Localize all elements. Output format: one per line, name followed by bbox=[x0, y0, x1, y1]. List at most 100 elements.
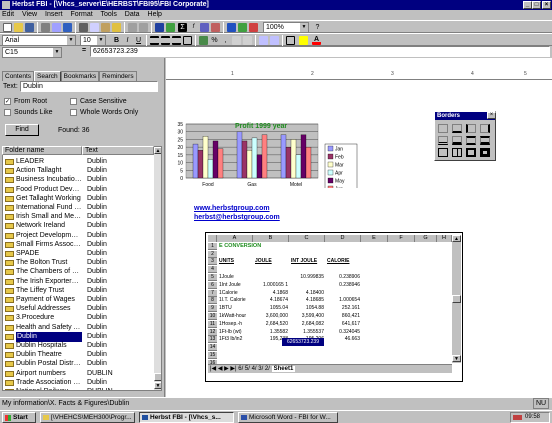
table-cell[interactable]: 0.324045 bbox=[327, 329, 360, 336]
decrease-decimal-icon[interactable] bbox=[243, 36, 252, 45]
task-explorer[interactable]: [\VHEHCS\MEH300\Progr... bbox=[40, 412, 135, 423]
table-header-cell[interactable]: CALORIE bbox=[327, 258, 361, 265]
table-cell[interactable]: 46.663 bbox=[327, 336, 360, 343]
row-header[interactable]: 6 bbox=[208, 281, 217, 289]
autosum-icon[interactable]: Σ bbox=[178, 23, 187, 32]
save-icon[interactable] bbox=[25, 23, 34, 32]
case-sensitive-checkbox[interactable] bbox=[70, 98, 77, 105]
comma-icon[interactable]: , bbox=[221, 36, 230, 45]
border-thick-box-icon[interactable] bbox=[480, 148, 490, 157]
find-button[interactable]: Find bbox=[5, 124, 39, 136]
row-header[interactable]: 1 bbox=[208, 242, 217, 250]
table-cell[interactable]: 1.355537 bbox=[291, 329, 324, 336]
column-header[interactable]: G bbox=[415, 235, 437, 242]
list-scrollbar[interactable]: ▲ ▼ bbox=[154, 147, 161, 390]
menu-help[interactable]: Help bbox=[148, 11, 162, 18]
whole-words-checkbox[interactable] bbox=[70, 109, 77, 116]
website-link[interactable]: www.herbstgroup.com bbox=[194, 205, 270, 212]
minimize-button[interactable]: _ bbox=[523, 1, 532, 9]
table-cell[interactable]: 1Hosep.-h bbox=[219, 321, 252, 328]
menu-edit[interactable]: Edit bbox=[2, 11, 14, 18]
undo-icon[interactable] bbox=[128, 23, 137, 32]
open-icon[interactable] bbox=[14, 23, 23, 32]
function-icon[interactable]: f bbox=[189, 23, 198, 32]
paste-icon[interactable] bbox=[101, 23, 110, 32]
border-all-icon[interactable] bbox=[438, 148, 448, 157]
scroll-thumb[interactable] bbox=[452, 295, 461, 303]
decrease-indent-icon[interactable] bbox=[259, 36, 268, 45]
increase-decimal-icon[interactable] bbox=[232, 36, 241, 45]
tab-contents[interactable]: Contents bbox=[2, 71, 35, 81]
column-header[interactable]: F bbox=[388, 235, 415, 242]
row-header[interactable]: 13 bbox=[208, 336, 217, 344]
table-header-cell[interactable]: JOULE bbox=[255, 258, 289, 265]
col-text[interactable]: Text bbox=[82, 146, 154, 155]
email-link[interactable]: herbst@herbstgroup.com bbox=[194, 214, 280, 221]
table-cell[interactable]: 252.161 bbox=[327, 305, 360, 312]
row-header[interactable]: 3 bbox=[208, 258, 217, 266]
sheet-tabs[interactable]: 6/ 5/ 4/ 3/ 2/ bbox=[238, 366, 270, 372]
sheet-vscrollbar[interactable]: ▲ ▼ bbox=[452, 235, 461, 363]
table-cell[interactable] bbox=[291, 282, 324, 289]
table-cell[interactable] bbox=[255, 274, 288, 281]
list-item[interactable]: National Railway DUBLIN bbox=[3, 387, 155, 390]
cut-icon[interactable] bbox=[79, 23, 88, 32]
table-cell[interactable]: 1Int Joule bbox=[219, 282, 252, 289]
border-left-icon[interactable] bbox=[466, 124, 476, 133]
chart-wizard-icon[interactable] bbox=[227, 23, 236, 32]
map-icon[interactable] bbox=[238, 23, 247, 32]
tab-nav-icon[interactable]: |◀ ◀ ▶ ▶| bbox=[208, 366, 237, 372]
align-center-icon[interactable] bbox=[161, 36, 170, 45]
borders-close-button[interactable]: × bbox=[487, 112, 496, 119]
table-cell[interactable]: 641,617 bbox=[327, 321, 360, 328]
border-right-icon[interactable] bbox=[480, 124, 490, 133]
row-header[interactable]: 11 bbox=[208, 320, 217, 328]
table-cell[interactable]: 1Ft-lb (wt) bbox=[219, 329, 252, 336]
table-cell[interactable]: 1BTU bbox=[219, 305, 252, 312]
table-cell[interactable]: 4.18674 bbox=[255, 297, 288, 304]
table-cell[interactable]: 1Calorie bbox=[219, 290, 252, 297]
table-cell[interactable]: 0.238946 bbox=[327, 282, 360, 289]
italic-button[interactable]: I bbox=[123, 36, 132, 45]
merge-center-icon[interactable] bbox=[183, 36, 192, 45]
column-header[interactable]: E bbox=[361, 235, 388, 242]
border-double-bottom-icon[interactable] bbox=[438, 136, 448, 145]
embedded-spreadsheet[interactable]: ABCDEFGH 1 2 3 4 5 6 7 8 9 10 11 12 13 14 15 16 E CONVE… bbox=[205, 232, 463, 382]
row-header[interactable]: 2 bbox=[208, 250, 217, 258]
menu-insert[interactable]: Insert bbox=[45, 11, 63, 18]
print-icon[interactable] bbox=[41, 23, 50, 32]
col-folder-name[interactable]: Folder name bbox=[2, 146, 82, 155]
scroll-up-icon[interactable]: ▲ bbox=[452, 235, 461, 242]
align-right-icon[interactable] bbox=[172, 36, 181, 45]
tab-sheet1[interactable]: Sheet1 bbox=[271, 366, 296, 372]
task-word[interactable]: Microsoft Word - FBI for W... bbox=[238, 412, 338, 423]
sounds-like-checkbox[interactable] bbox=[4, 109, 11, 116]
from-root-checkbox[interactable]: ✓ bbox=[4, 98, 11, 105]
copy-icon[interactable] bbox=[90, 23, 99, 32]
table-cell[interactable]: 3,599,400 bbox=[291, 313, 324, 320]
tab-bookmarks[interactable]: Bookmarks bbox=[60, 71, 100, 81]
preview-icon[interactable] bbox=[52, 23, 61, 32]
row-header[interactable]: 12 bbox=[208, 328, 217, 336]
tray-icon[interactable] bbox=[513, 415, 522, 420]
table-header-cell[interactable]: INT JOULE bbox=[291, 258, 325, 265]
row-header[interactable]: 9 bbox=[208, 305, 217, 313]
fill-color-icon[interactable] bbox=[299, 36, 308, 45]
table-cell[interactable]: 2,684,082 bbox=[291, 321, 324, 328]
sort-desc-icon[interactable] bbox=[211, 23, 220, 32]
sort-asc-icon[interactable] bbox=[200, 23, 209, 32]
currency-icon[interactable] bbox=[199, 36, 208, 45]
table-cell[interactable]: 1kWatt-hour bbox=[219, 313, 252, 320]
border-inner-icon[interactable] bbox=[452, 148, 462, 157]
search-text-input[interactable]: Dublin bbox=[20, 81, 158, 92]
table-cell[interactable]: 0.238906 bbox=[327, 274, 360, 281]
scroll-down-icon[interactable]: ▼ bbox=[154, 382, 161, 389]
menu-data[interactable]: Data bbox=[125, 11, 140, 18]
close-button[interactable]: × bbox=[542, 1, 551, 9]
table-cell[interactable]: 10.999835 bbox=[291, 274, 324, 281]
table-cell[interactable]: 2,684,520 bbox=[255, 321, 288, 328]
align-left-icon[interactable] bbox=[150, 36, 159, 45]
scroll-down-icon[interactable]: ▼ bbox=[452, 355, 461, 362]
table-cell[interactable]: 1054.88 bbox=[291, 305, 324, 312]
menu-format[interactable]: Format bbox=[70, 11, 92, 18]
